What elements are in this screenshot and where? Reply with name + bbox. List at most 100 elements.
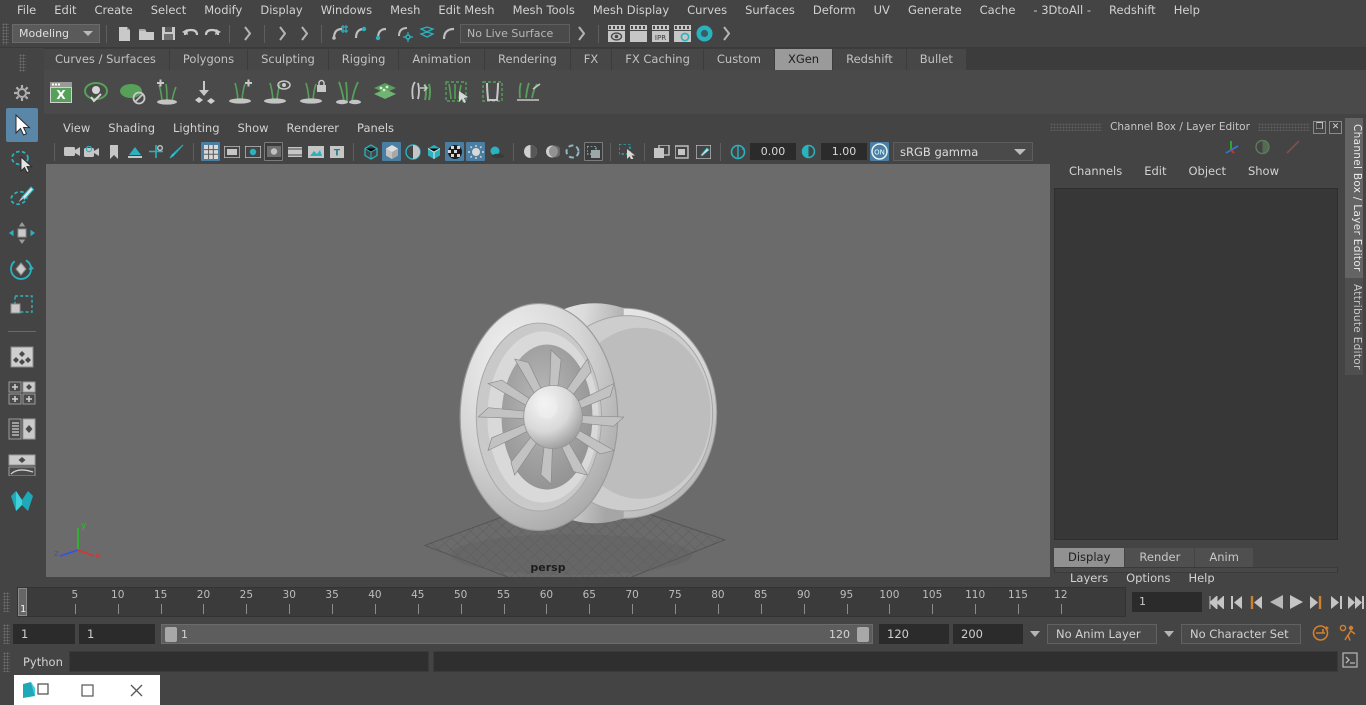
menu-item-windows[interactable]: Windows	[312, 0, 381, 20]
gear-icon[interactable]	[9, 80, 35, 106]
camera-attributes-icon[interactable]	[83, 142, 102, 161]
select-by-hierarchy-icon[interactable]	[236, 23, 258, 45]
layer-tab-render[interactable]: Render	[1125, 548, 1196, 567]
channel-box-icon[interactable]	[1223, 139, 1240, 158]
shelf-tab-xgen[interactable]: XGen	[774, 49, 834, 70]
gate-mask-icon[interactable]	[264, 142, 283, 161]
outliner-persp-layout[interactable]	[6, 412, 38, 446]
shelf-tab-polygons[interactable]: Polygons	[169, 49, 249, 70]
density-map-icon[interactable]	[368, 76, 401, 109]
viewport-menu-view[interactable]: View	[54, 118, 99, 139]
play-backwards-icon[interactable]	[1266, 591, 1286, 613]
menu-item-select[interactable]: Select	[142, 0, 195, 20]
attribute-editor-toggle-icon[interactable]	[1254, 139, 1271, 158]
go-to-end-icon[interactable]	[1346, 591, 1366, 613]
two-d-pan-zoom-icon[interactable]	[146, 142, 165, 161]
command-output[interactable]	[432, 651, 1338, 672]
menu-item-curves[interactable]: Curves	[678, 0, 736, 20]
channel-menu-channels[interactable]: Channels	[1058, 160, 1133, 182]
render-current-frame-icon[interactable]	[605, 23, 627, 45]
command-line-grip[interactable]	[3, 651, 10, 672]
panel-grip-right[interactable]	[1257, 123, 1310, 131]
select-by-render-icon[interactable]	[570, 23, 592, 45]
resolution-gate-icon[interactable]	[243, 142, 262, 161]
auto-keyframe-icon[interactable]	[1311, 624, 1330, 645]
isolate-select-icon[interactable]	[618, 142, 637, 161]
rotate-tool[interactable]	[6, 252, 38, 286]
shelf-tab-sculpting[interactable]: Sculpting	[248, 49, 329, 70]
app-close-icon[interactable]	[111, 675, 160, 705]
layer-tab-anim[interactable]: Anim	[1195, 548, 1254, 567]
play-forwards-icon[interactable]	[1286, 591, 1306, 613]
shelf-tab-fx-caching[interactable]: FX Caching	[612, 49, 704, 70]
step-forward-keyframe-icon[interactable]	[1326, 591, 1346, 613]
ipr-render-icon[interactable]: IPR	[649, 23, 671, 45]
single-perspective-view-layout[interactable]	[6, 340, 38, 374]
range-start-handle[interactable]	[165, 627, 177, 642]
grow-brush-icon[interactable]	[224, 76, 257, 109]
grid-toggle-icon[interactable]	[201, 142, 220, 161]
range-end-field[interactable]: 120	[879, 624, 949, 644]
tool-settings-icon[interactable]	[1285, 139, 1302, 158]
wireframe-shading-icon[interactable]	[361, 142, 380, 161]
smooth-shade-all-icon[interactable]	[382, 142, 401, 161]
snap-to-curve-icon[interactable]	[350, 23, 372, 45]
go-to-start-icon[interactable]	[1206, 591, 1226, 613]
cut-guides-icon[interactable]	[512, 76, 545, 109]
step-back-keyframe-icon[interactable]	[1226, 591, 1246, 613]
step-back-frame-icon[interactable]	[1246, 591, 1266, 613]
shelf-tab-custom[interactable]: Custom	[703, 49, 775, 70]
load-snapshot-icon[interactable]	[673, 142, 692, 161]
animation-start-field[interactable]: 1	[13, 624, 75, 644]
four-view-layout[interactable]	[6, 376, 38, 410]
snap-to-grid-icon[interactable]	[328, 23, 350, 45]
open-scene-icon[interactable]	[135, 23, 157, 45]
script-editor-icon[interactable]	[1342, 652, 1358, 671]
menu-item-mesh[interactable]: Mesh	[381, 0, 429, 20]
undo-icon[interactable]	[179, 23, 201, 45]
animation-preferences-icon[interactable]	[1338, 624, 1358, 645]
channel-menu-edit[interactable]: Edit	[1133, 160, 1177, 182]
range-slider-bar[interactable]: 1 120	[161, 624, 873, 644]
textured-mode-icon[interactable]	[445, 142, 464, 161]
command-input[interactable]	[68, 651, 429, 672]
save-scene-icon[interactable]	[157, 23, 179, 45]
menu-item-edit-mesh[interactable]: Edit Mesh	[429, 0, 503, 20]
use-all-lights-icon[interactable]	[466, 142, 485, 161]
menu-item-mesh-display[interactable]: Mesh Display	[584, 0, 678, 20]
image-plane-icon[interactable]	[125, 142, 144, 161]
lock-brush-icon[interactable]	[296, 76, 329, 109]
range-slider-grip[interactable]	[3, 624, 10, 644]
panel-grip-left[interactable]	[1050, 123, 1103, 131]
shelf-tab-rigging[interactable]: Rigging	[328, 49, 400, 70]
new-scene-icon[interactable]	[113, 23, 135, 45]
viewport-menu-renderer[interactable]: Renderer	[278, 118, 349, 139]
viewport-menu-shading[interactable]: Shading	[99, 118, 164, 139]
use-default-material-icon[interactable]	[424, 142, 443, 161]
exposure-field[interactable]: 0.00	[750, 143, 796, 160]
menu-item-help[interactable]: Help	[1165, 0, 1209, 20]
eyedropper-icon[interactable]	[694, 142, 713, 161]
menu-item-cache[interactable]: Cache	[971, 0, 1025, 20]
time-slider-grip[interactable]	[3, 592, 10, 612]
snap-to-projected-center-icon[interactable]	[394, 23, 416, 45]
render-sequence-icon[interactable]	[627, 23, 649, 45]
viewport-menu-lighting[interactable]: Lighting	[164, 118, 228, 139]
menu-item-modify[interactable]: Modify	[195, 0, 251, 20]
close-panel-icon[interactable]: ✕	[1329, 120, 1342, 134]
persp-graph-layout[interactable]	[6, 448, 38, 482]
color-management-selector[interactable]: sRGB gamma	[893, 142, 1033, 161]
groom-convert-icon[interactable]	[404, 76, 437, 109]
gamma-field[interactable]: 1.00	[821, 143, 867, 160]
menu-item-surfaces[interactable]: Surfaces	[736, 0, 804, 20]
layer-tab-display[interactable]: Display	[1054, 548, 1126, 567]
clump-region-icon[interactable]	[476, 76, 509, 109]
preview-disable-icon[interactable]	[116, 76, 149, 109]
add-density-brush-icon[interactable]	[152, 76, 185, 109]
redo-icon[interactable]	[201, 23, 223, 45]
current-time-indicator[interactable]: 1	[18, 588, 27, 616]
menu-item-edit[interactable]: Edit	[45, 0, 85, 20]
shelf-tab-fx[interactable]: FX	[570, 49, 613, 70]
range-end-handle[interactable]	[857, 627, 869, 642]
anim-layer-chevron-icon[interactable]	[1030, 631, 1040, 637]
